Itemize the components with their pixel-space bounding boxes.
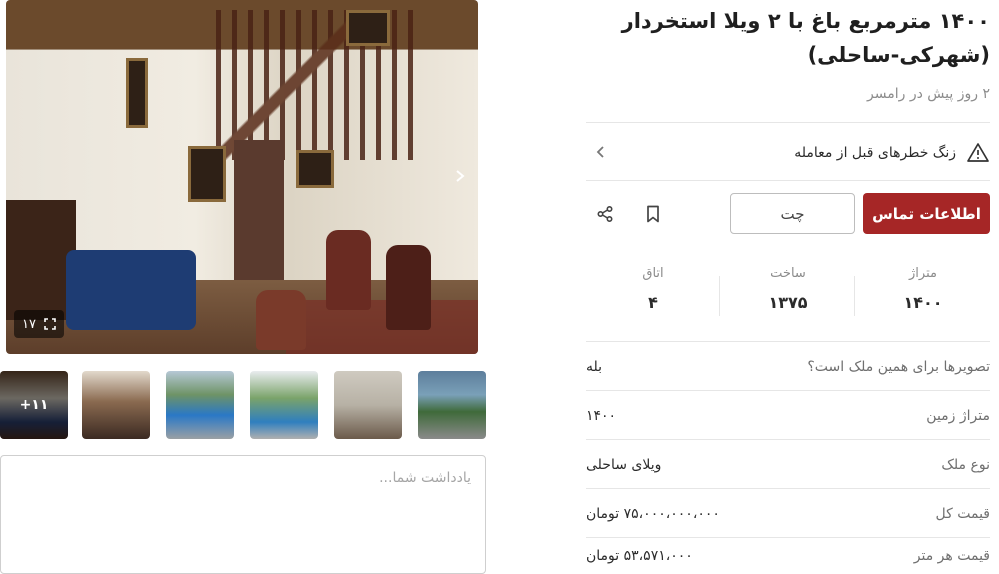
detail-row-price-per-meter: قیمت هر متر ۵۳،۵۷۱،۰۰۰ تومان [586,538,990,574]
detail-value: ویلای ساحلی [586,456,662,473]
photo-chair [386,245,431,330]
share-button[interactable] [592,201,618,227]
divider [586,180,990,181]
stat-year-built: ساخت ۱۳۷۵ [721,266,855,326]
detail-value: ۵۳،۵۷۱،۰۰۰ تومان [586,548,693,564]
warning-link[interactable]: زنگ خطرهای قبل از معامله [586,138,990,168]
next-photo-button[interactable] [450,168,470,188]
detail-row-property-type: نوع ملک ویلای ساحلی [586,440,990,489]
warning-triangle-icon [967,143,989,162]
listing-subtitle: ۲ روز پیش در رامسر [867,86,990,102]
stat-label: متراژ [909,266,937,281]
photo-frame [126,58,148,128]
stat-value: ۱۴۰۰ [903,293,943,312]
stat-label: اتاق [642,266,664,281]
photo-frame [346,10,390,46]
thumbnail[interactable] [82,371,150,439]
photo-door [234,140,284,280]
share-icon [597,205,613,223]
detail-row-land-area: متراژ زمین ۱۴۰۰ [586,391,990,440]
thumbnail-strip: +۱۱ [0,371,486,439]
thumbnail-more[interactable]: +۱۱ [0,371,68,439]
detail-value: ۷۵،۰۰۰،۰۰۰،۰۰۰ تومان [586,505,720,522]
bookmark-button[interactable] [640,201,666,227]
more-photos-count: +۱۱ [0,371,68,439]
note-placeholder: یادداشت شما... [379,470,471,486]
photo-rug [286,300,478,354]
thumbnail[interactable] [166,371,234,439]
thumbnail[interactable] [418,371,486,439]
photo-count-badge[interactable]: ۱۷ [14,310,64,338]
chevron-right-icon [456,170,465,182]
photo-chair [326,230,371,310]
stats-row: متراژ ۱۴۰۰ ساخت ۱۳۷۵ اتاق ۴ [586,266,990,326]
warning-text: زنگ خطرهای قبل از معامله [794,145,956,161]
detail-key: نوع ملک [941,456,990,473]
detail-key: متراژ زمین [926,407,990,424]
stat-label: ساخت [770,266,806,281]
main-photo[interactable]: ۱۷ [6,0,478,354]
contact-info-button[interactable]: اطلاعات تماس [863,193,990,234]
bookmark-icon [647,205,659,223]
stat-value: ۱۳۷۵ [768,293,808,312]
detail-key: قیمت کل [935,505,990,522]
fullscreen-icon [44,318,56,330]
detail-key: قیمت هر متر [913,548,990,564]
thumbnail[interactable] [250,371,318,439]
detail-value: ۱۴۰۰ [586,407,617,424]
photo-frame [296,150,334,188]
chevron-left-icon [596,146,604,158]
note-field[interactable]: یادداشت شما... [0,455,486,574]
detail-value: بله [586,358,603,375]
thumbnail[interactable] [334,371,402,439]
listing-title: ۱۴۰۰ مترمربع باغ با ۲ ویلا استخردار (شهر… [621,9,990,67]
detail-row-images: تصویرها برای همین ملک است؟ بله [586,342,990,391]
photo-sofa [66,250,196,330]
photo-count: ۱۷ [22,316,36,332]
photo-frame [188,146,226,202]
action-bar: اطلاعات تماس چت [586,193,990,234]
detail-key: تصویرها برای همین ملک است؟ [807,358,990,375]
divider [586,122,990,123]
photo-chair [256,290,306,350]
stat-area: متراژ ۱۴۰۰ [856,266,990,326]
chat-button[interactable]: چت [730,193,855,234]
stat-value: ۴ [648,293,658,312]
detail-row-total-price: قیمت کل ۷۵،۰۰۰،۰۰۰،۰۰۰ تومان [586,489,990,538]
stat-rooms: اتاق ۴ [586,266,720,326]
